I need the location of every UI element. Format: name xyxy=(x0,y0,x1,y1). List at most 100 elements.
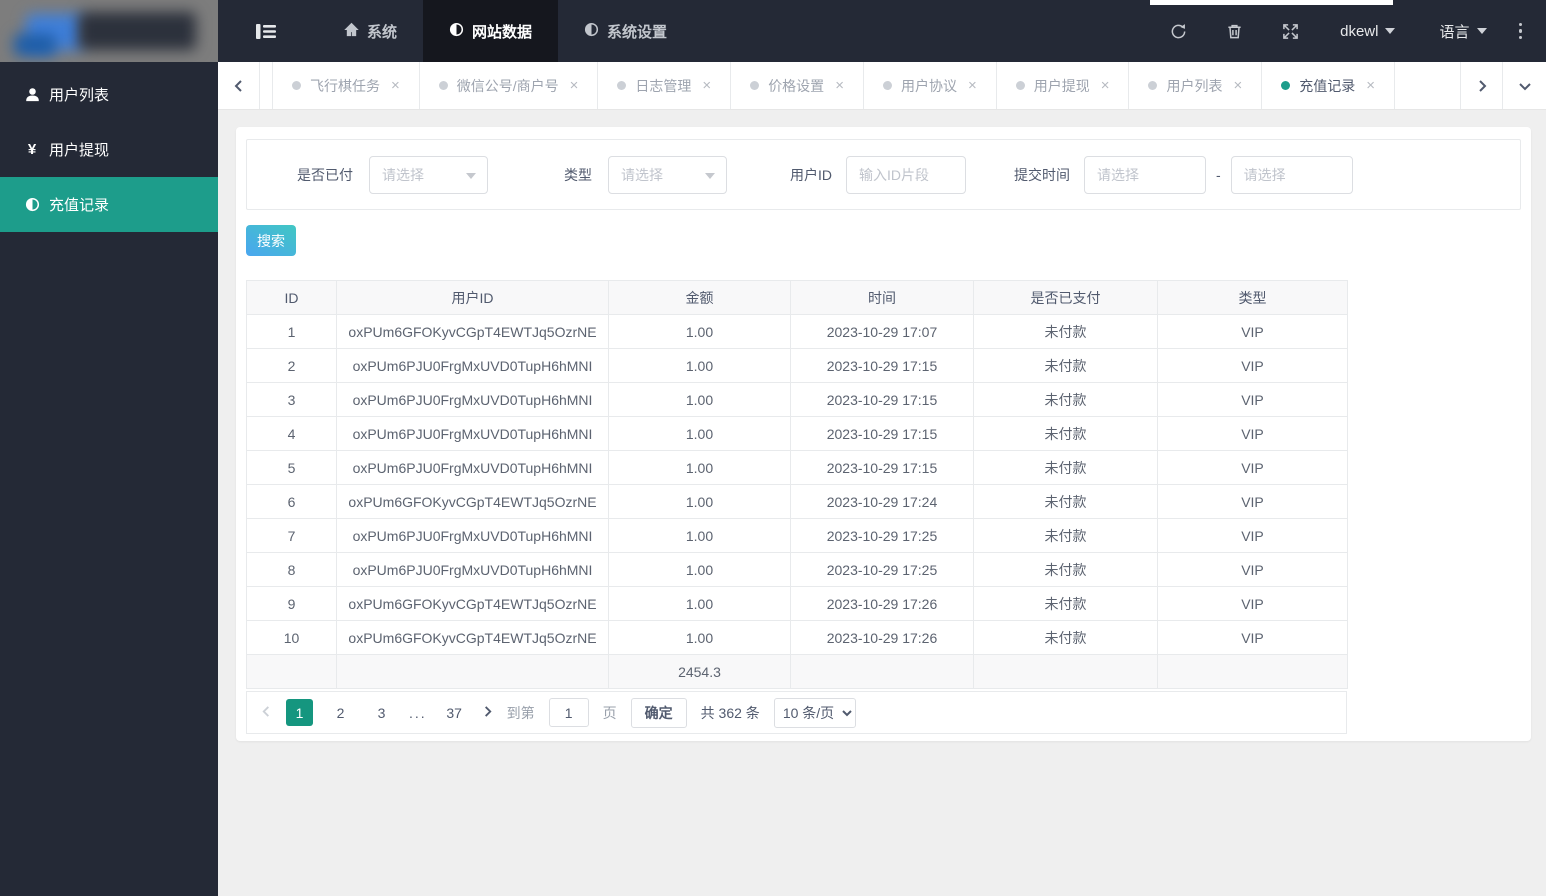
close-icon[interactable]: × xyxy=(835,77,844,94)
time-filter-label: 提交时间 xyxy=(1014,166,1070,183)
records-table: ID 用户ID 金额 时间 是否已支付 类型 1 oxPUm6GFOKyvCGpT4EWTJ… xyxy=(246,280,1348,689)
table-cell: 2023-10-29 17:26 xyxy=(790,586,974,621)
table-cell: 5 xyxy=(246,450,337,485)
tab-label: 用户提现 xyxy=(1033,77,1090,94)
sidebar-item-user-list[interactable]: 用户列表 xyxy=(0,67,218,122)
table-cell: 7 xyxy=(246,518,337,553)
close-icon[interactable]: × xyxy=(968,77,977,94)
tab-scroll-right-icon[interactable] xyxy=(1460,62,1502,109)
language-label: 语言 xyxy=(1439,23,1470,41)
search-button[interactable]: 搜索 xyxy=(246,225,296,256)
next-page-icon[interactable] xyxy=(482,705,493,720)
table-cell: 2023-10-29 17:25 xyxy=(790,518,974,553)
summary-cell: 2454.3 xyxy=(608,654,791,689)
paid-filter-select[interactable]: 请选择 xyxy=(369,155,488,194)
tab-item-recharge-records[interactable]: 充值记录 × xyxy=(1262,62,1396,109)
table-cell: 1.00 xyxy=(608,382,791,417)
username: dkewl xyxy=(1340,22,1379,40)
summary-cell xyxy=(246,654,337,689)
close-icon[interactable]: × xyxy=(1233,77,1242,94)
nav-item-system[interactable]: 系统 xyxy=(318,0,423,62)
user-menu[interactable]: dkewl xyxy=(1318,23,1417,40)
nav-item-system-settings[interactable]: 系统设置 xyxy=(558,0,693,62)
tab-item-wechat-account[interactable]: 微信公号/商户号 × xyxy=(420,62,599,109)
column-header: 类型 xyxy=(1157,280,1348,315)
close-icon[interactable]: × xyxy=(702,77,711,94)
content-card: 是否已付 请选择 类型 请选择 用户ID 提交时间 - 搜索 ID用户I xyxy=(236,127,1531,741)
page-number[interactable]: 2 xyxy=(327,699,354,726)
prev-page-icon[interactable] xyxy=(261,705,272,720)
table-cell: 2023-10-29 17:25 xyxy=(790,552,974,587)
column-header: 用户ID xyxy=(336,280,609,315)
user-icon xyxy=(24,87,40,103)
tab-dot xyxy=(882,81,892,90)
tab-item-flight-chess-task[interactable]: 飞行棋任务 × xyxy=(272,62,420,109)
filter-panel: 是否已付 请选择 类型 请选择 用户ID 提交时间 - xyxy=(246,139,1521,210)
refresh-icon[interactable] xyxy=(1150,23,1206,40)
summary-cell xyxy=(1157,654,1348,689)
table-cell: oxPUm6GFOKyvCGpT4EWTJq5OzrNE xyxy=(336,586,609,621)
table-cell: oxPUm6GFOKyvCGpT4EWTJq5OzrNE xyxy=(336,314,609,349)
column-header: 金额 xyxy=(608,280,791,315)
nav-item-site-data[interactable]: 网站数据 xyxy=(423,0,559,62)
table-row: 3 oxPUm6PJU0FrgMxUVD0TupH6hMNI 1.00 2023-10… xyxy=(246,382,1348,417)
navbar-menu: 系统 网站数据 系统设置 xyxy=(318,0,693,62)
table-cell: 1.00 xyxy=(608,484,791,519)
close-icon[interactable]: × xyxy=(1101,77,1110,94)
time-to-input[interactable] xyxy=(1230,155,1353,194)
sidebar-item-recharge-records[interactable]: 充值记录 xyxy=(0,177,218,232)
tab-scroll-left-icon[interactable] xyxy=(218,62,260,109)
sidebar-item-user-withdraw[interactable]: ¥ 用户提现 xyxy=(0,122,218,177)
tab-item-user-agreement[interactable]: 用户协议 × xyxy=(864,62,997,109)
close-icon[interactable]: × xyxy=(570,77,579,94)
sidebar: 用户列表 ¥ 用户提现 充值记录 xyxy=(0,0,218,896)
page-number[interactable]: 37 xyxy=(441,699,468,726)
chevron-down-icon xyxy=(466,172,476,179)
language-menu[interactable]: 语言 xyxy=(1417,21,1508,42)
tab-dot xyxy=(617,81,627,90)
close-icon[interactable]: × xyxy=(1366,77,1375,94)
trash-icon[interactable] xyxy=(1206,23,1262,40)
tab-item-log-management[interactable]: 日志管理 × xyxy=(598,62,732,109)
table-cell: 2023-10-29 17:07 xyxy=(790,314,974,349)
type-filter-select[interactable]: 请选择 xyxy=(608,155,727,194)
table-cell: 8 xyxy=(246,552,337,587)
tab-item-user-list[interactable]: 用户列表 × xyxy=(1129,62,1263,109)
tab-spacer xyxy=(1395,62,1460,109)
table-row: 4 oxPUm6PJU0FrgMxUVD0TupH6hMNI 1.00 2023-10… xyxy=(246,416,1348,451)
summary-cell xyxy=(973,654,1158,689)
table-cell: 未付款 xyxy=(973,450,1158,485)
yen-icon: ¥ xyxy=(27,141,37,158)
nav-item-label: 系统设置 xyxy=(607,23,668,41)
confirm-page-button[interactable]: 确定 xyxy=(630,697,687,728)
page-number[interactable]: 1 xyxy=(286,699,313,726)
tab-item-user-withdraw[interactable]: 用户提现 × xyxy=(997,62,1130,109)
table-cell: 未付款 xyxy=(973,518,1158,553)
time-from-input[interactable] xyxy=(1084,155,1206,194)
page-list: 1 2 3... 37 xyxy=(286,699,468,726)
logo-blur-blob xyxy=(14,34,56,56)
home-icon xyxy=(344,22,359,41)
close-icon[interactable]: × xyxy=(391,77,400,94)
goto-page-input[interactable] xyxy=(548,698,589,727)
tab-dropdown-icon[interactable] xyxy=(1502,62,1546,109)
collapse-menu-icon[interactable] xyxy=(256,23,276,39)
page-size-select[interactable]: 10 条/页 xyxy=(773,697,856,728)
type-filter-placeholder: 请选择 xyxy=(621,166,663,183)
table-cell: 2023-10-29 17:15 xyxy=(790,416,974,451)
table-cell: 1.00 xyxy=(608,348,791,383)
tab-dot xyxy=(292,81,301,90)
page-number[interactable]: 3 xyxy=(368,699,395,726)
more-options-icon[interactable] xyxy=(1509,22,1533,40)
table-cell: VIP xyxy=(1157,382,1348,417)
table-cell: VIP xyxy=(1157,314,1348,349)
table-cell: VIP xyxy=(1157,518,1348,553)
paid-filter-label: 是否已付 xyxy=(297,166,353,183)
userid-filter-input[interactable] xyxy=(846,155,966,194)
table-cell: VIP xyxy=(1157,552,1348,587)
table-cell: 未付款 xyxy=(973,416,1158,451)
tab-item-price-settings[interactable]: 价格设置 × xyxy=(731,62,864,109)
paid-filter-placeholder: 请选择 xyxy=(382,166,424,183)
table-cell: 9 xyxy=(246,586,337,621)
fullscreen-icon[interactable] xyxy=(1262,23,1318,40)
